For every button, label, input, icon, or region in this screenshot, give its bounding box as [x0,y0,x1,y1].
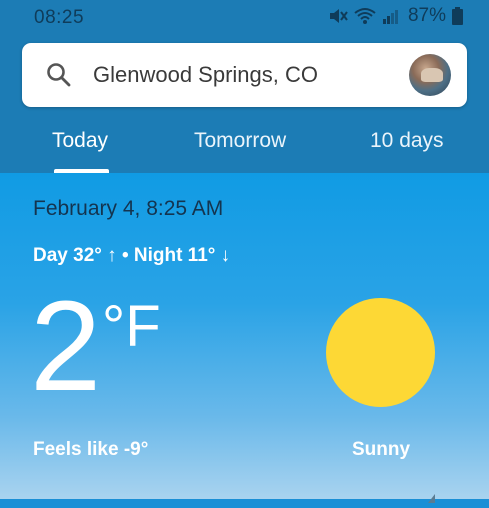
sun-icon [326,298,435,407]
tab-today[interactable]: Today [52,129,108,153]
scroll-hint-icon [428,490,442,508]
tab-bar: Today Tomorrow 10 days [0,118,489,173]
weather-condition: Sunny [352,439,411,460]
wifi-icon [354,7,376,25]
day-night-temps: Day 32° ↑ • Night 11° ↓ [33,245,230,267]
day-high: Day 32° ↑ [33,245,117,266]
current-temperature: 2 [30,275,102,418]
search-bar[interactable]: Glenwood Springs, CO [22,43,467,107]
status-icons: 87% [328,5,463,27]
search-location-text[interactable]: Glenwood Springs, CO [93,62,318,88]
mute-icon [328,7,348,25]
battery-percent: 87% [407,5,446,26]
tab-10-days[interactable]: 10 days [370,129,444,153]
tab-tomorrow[interactable]: Tomorrow [194,129,286,153]
weather-panel: February 4, 8:25 AM Day 32° ↑ • Night 11… [0,173,489,499]
search-icon[interactable] [46,62,72,93]
feels-like: Feels like -9° [33,439,149,460]
battery-icon [452,7,463,25]
status-bar: 08:25 87% [0,0,489,34]
date-time: February 4, 8:25 AM [33,197,224,220]
app-header: 08:25 87% Glenwood Springs, CO Today Tom… [0,0,489,173]
signal-icon [382,7,400,25]
temperature-unit: °F [102,294,161,359]
avatar[interactable] [409,54,451,96]
night-low: • Night 11° ↓ [121,245,231,266]
status-time: 08:25 [34,7,85,28]
